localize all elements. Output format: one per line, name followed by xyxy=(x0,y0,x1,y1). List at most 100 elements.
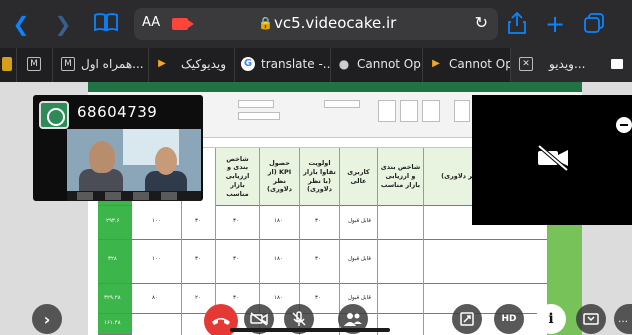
camera-feed xyxy=(67,129,201,191)
format-table-button xyxy=(400,100,418,122)
camera-icon[interactable] xyxy=(172,18,194,30)
cell-value: ۱۰۰ xyxy=(152,256,161,262)
column-header-1: شاخص بندی و ارزیابی بازار مناسب xyxy=(378,148,424,335)
tile-layout-icon xyxy=(576,304,606,334)
table-row: ۳۰ xyxy=(182,240,215,284)
reload-icon[interactable]: ↻ xyxy=(475,13,488,32)
column-header: حصول KPI (از نظر دلاوری) xyxy=(260,148,299,206)
table-row xyxy=(378,284,423,314)
table-row: ۱۰۰ xyxy=(132,240,181,284)
minimize-tile-button[interactable] xyxy=(616,117,632,133)
close-tab-icon[interactable]: ✕ xyxy=(519,57,533,71)
table-row: ۳۰ xyxy=(300,206,339,240)
fullscreen-button[interactable] xyxy=(452,304,482,334)
green-value: ۳۲۹.۲۸ xyxy=(104,295,121,301)
home-indicator xyxy=(230,328,390,332)
video-icon xyxy=(611,59,623,69)
camera-off-tile[interactable] xyxy=(472,95,632,225)
table-row: قابل قبول xyxy=(340,206,377,240)
table-row: قابل قبول xyxy=(340,240,377,284)
participant-thumbnail[interactable] xyxy=(77,192,93,200)
url-text[interactable]: vc5.videocake.ir xyxy=(274,14,396,32)
number-format-select xyxy=(324,100,360,108)
tab-hamrah[interactable]: M همراه اول... xyxy=(52,48,148,82)
address-bar[interactable]: AA 🔒 vc5.videocake.ir ↻ xyxy=(134,8,498,40)
table-row: ۱۸۰ xyxy=(260,206,299,240)
table-row: ۳۰ xyxy=(216,240,259,284)
hd-icon: HD xyxy=(501,314,517,324)
cell-value: ۳۰ xyxy=(315,256,321,262)
tabs-icon[interactable] xyxy=(582,12,606,36)
table-row: ۲۹۳.۶ xyxy=(98,206,132,240)
cell-value: ۳۰ xyxy=(233,295,239,301)
lock-icon: 🔒 xyxy=(258,16,273,30)
camera-off-icon xyxy=(537,145,569,171)
tab-cannot-open-1[interactable]: ● Cannot Op... xyxy=(330,48,422,82)
cell-value: ۱۰۰ xyxy=(152,218,161,224)
cell-value: ۳۰ xyxy=(315,218,321,224)
participant-video-tile[interactable]: 68604739 xyxy=(33,95,203,201)
excel-title-bar xyxy=(88,82,582,92)
participant-thumbnail[interactable] xyxy=(161,192,177,200)
tab-label: ویدیوکیک xyxy=(181,57,227,71)
mail-icon: M xyxy=(27,57,41,71)
more-icon: … xyxy=(618,313,628,325)
back-icon[interactable]: ❮ xyxy=(10,12,32,36)
merge-center-button xyxy=(238,112,280,120)
layout-button[interactable] xyxy=(576,304,606,334)
participant-thumbnails[interactable] xyxy=(67,191,201,201)
table-row xyxy=(424,240,547,284)
quality-button[interactable]: HD xyxy=(494,304,524,334)
cell-value: ۸۰ xyxy=(152,295,158,301)
column-header: شاخص بندی و ارزیابی بازار مناسب xyxy=(216,148,259,206)
more-button[interactable]: … xyxy=(614,304,632,334)
bookmarks-icon[interactable] xyxy=(92,12,120,36)
cell-value: ۱۸۰ xyxy=(274,218,283,224)
cell-value: ۳۰ xyxy=(233,218,239,224)
column-header: کاربری عالی xyxy=(340,148,377,206)
forward-icon[interactable]: ❯ xyxy=(52,12,74,36)
tab-videocake[interactable]: ▶ ویدیوکیک xyxy=(148,48,234,82)
table-row xyxy=(424,284,547,314)
new-tab-icon[interactable]: + xyxy=(544,12,566,36)
table-row: ۸۰ xyxy=(132,284,181,314)
chevron-right-icon: › xyxy=(43,309,51,329)
tab-m[interactable]: M xyxy=(16,48,52,82)
site-icon xyxy=(2,57,12,71)
green-value: ۱۶۱.۴۸ xyxy=(104,320,121,326)
tab-label: ویدیو... xyxy=(549,57,586,71)
fullscreen-icon xyxy=(452,304,482,334)
table-row: ۳۰ xyxy=(182,206,215,240)
meeting-stage: ۲۹۳.۶ ۳۲۸ ۳۲۹.۲۸ ۱۶۱.۴۸ ۱۰۰ ۱۰۰ ۸۰ ۳۰ ۳۰… xyxy=(0,82,632,335)
meeting-id: 68604739 xyxy=(77,103,158,121)
column-header: اولویت تقاوا بازار (با نظر دلاوری) xyxy=(300,148,339,206)
info-button[interactable]: i xyxy=(536,304,566,334)
table-row: ۱۰۰ xyxy=(132,206,181,240)
cell-value: ۲۰ xyxy=(195,295,201,301)
table-row: ۳۲۸ xyxy=(98,240,132,284)
cell-styles-button xyxy=(422,100,440,122)
cell-value: قابل قبول xyxy=(348,256,371,262)
table-row: ۳۰ xyxy=(216,206,259,240)
table-row: ۱۸۰ xyxy=(260,240,299,284)
videocake-icon: ▶ xyxy=(158,58,166,69)
tab-active-video[interactable]: ✕ ویدیو... xyxy=(510,48,632,82)
videocake-icon: ▶ xyxy=(432,58,440,69)
cell-value: ۳۰ xyxy=(233,256,239,262)
apple-icon: ● xyxy=(338,57,350,71)
participant-thumbnail[interactable] xyxy=(105,192,121,200)
tab-cannot-open-2[interactable]: ▶ Cannot Op... xyxy=(422,48,510,82)
cell-value: ۱۸۰ xyxy=(274,256,283,262)
share-icon[interactable] xyxy=(506,11,528,36)
next-page-button[interactable]: › xyxy=(32,304,62,334)
tab-translate[interactable]: G translate -... xyxy=(234,48,330,82)
org-logo-icon xyxy=(39,101,69,129)
tab-partial[interactable] xyxy=(0,48,16,82)
participant-thumbnail[interactable] xyxy=(133,192,149,200)
conditional-format-button xyxy=(378,100,396,122)
tab-label: Cannot Op... xyxy=(357,57,422,71)
green-value: ۳۲۸ xyxy=(108,256,117,262)
green-value: ۲۹۳.۶ xyxy=(106,218,120,224)
text-size-button[interactable]: AA xyxy=(142,15,160,30)
info-icon: i xyxy=(548,311,554,327)
